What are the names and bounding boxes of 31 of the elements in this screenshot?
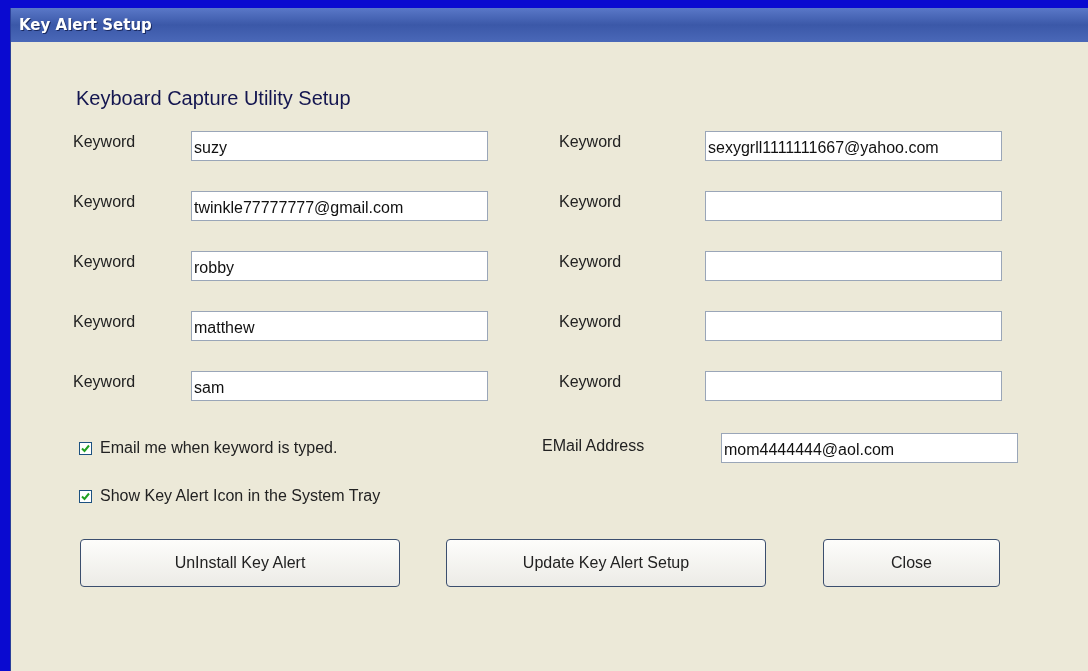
checkbox[interactable] [79,489,92,503]
keyword-label: Keyword [559,192,623,211]
keyword-field[interactable] [705,191,1002,221]
keyword-label: Keyword [559,372,623,391]
keyword-field[interactable]: robby [191,251,488,281]
keyword-label: Keyword [73,132,137,151]
checkbox[interactable] [79,441,92,455]
keyword-field[interactable]: matthew [191,311,488,341]
keyword-label: Keyword [73,192,137,211]
email-field[interactable]: mom4444444@aol.com [721,433,1018,463]
keyword-label: Keyword [559,312,623,331]
keyword-label: Keyword [559,252,623,271]
keyword-label: Keyword [73,252,137,271]
form-heading: Keyboard Capture Utility Setup [76,86,352,110]
action-button[interactable]: UnInstall Key Alert [80,539,400,587]
keyword-field[interactable] [705,311,1002,341]
keyword-field[interactable]: twinkle77777777@gmail.com [191,191,488,221]
checkbox-label: Show Key Alert Icon in the System Tray [100,487,381,505]
keyword-field[interactable] [705,251,1002,281]
keyword-field[interactable] [705,371,1002,401]
keyword-field[interactable]: sexygrll1111111667@yahoo.com [705,131,1002,161]
keyword-field[interactable]: suzy [191,131,488,161]
action-button[interactable]: Close [823,539,1000,587]
checkbox-label: Email me when keyword is typed. [100,439,338,457]
keyword-field[interactable]: sam [191,371,488,401]
action-button[interactable]: Update Key Alert Setup [446,539,766,587]
keyword-label: Keyword [73,312,137,331]
email-label: EMail Address [542,436,646,455]
window-title: Key Alert Setup [11,8,1088,42]
keyword-label: Keyword [559,132,623,151]
keyword-label: Keyword [73,372,137,391]
